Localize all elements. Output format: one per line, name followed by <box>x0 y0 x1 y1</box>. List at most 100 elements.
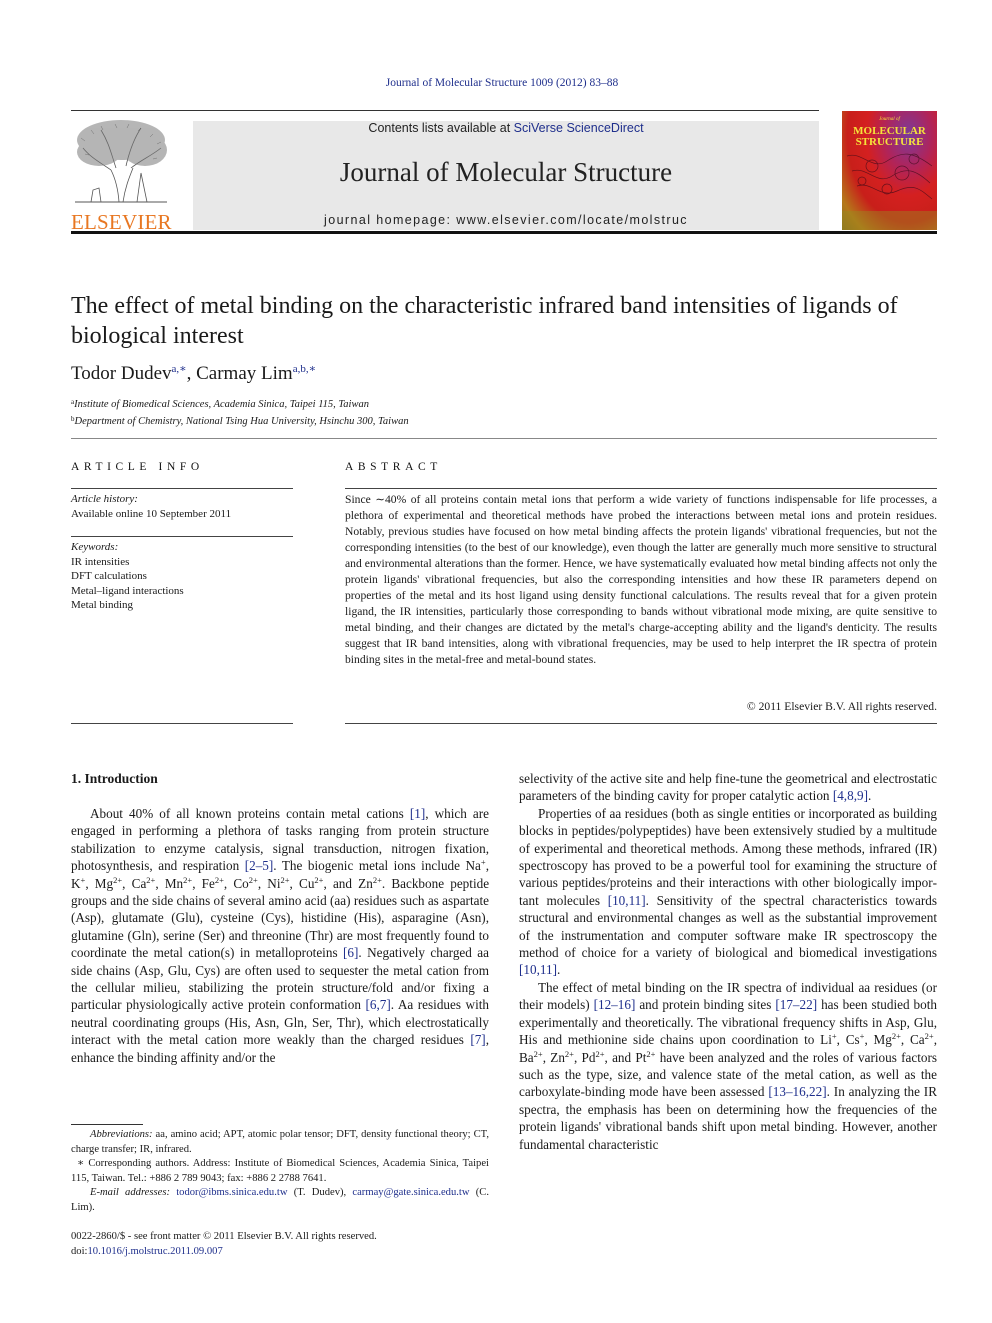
divider <box>71 723 293 724</box>
charge-superscript: 2+ <box>248 874 258 885</box>
email-link[interactable]: todor@ibms.sinica.edu.tw <box>176 1187 287 1198</box>
journal-cover-thumbnail[interactable]: Journal of MOLECULAR STRUCTURE <box>842 111 937 230</box>
paragraph-text: , Ni <box>257 875 281 891</box>
cover-title-line2: STRUCTURE <box>855 136 924 148</box>
charge-superscript: 2+ <box>924 1031 934 1042</box>
paragraph-text: , Zn <box>542 1049 565 1065</box>
abstract-body: Since ∼40% of all proteins contain metal… <box>345 493 937 666</box>
paragraph-text: . The biogenic metal ions include Na <box>273 858 481 874</box>
affiliation-item: aInstitute of Biomedical Sciences, Acade… <box>71 395 409 412</box>
section-heading-text: 1. Introduction <box>71 771 158 786</box>
divider <box>71 488 293 489</box>
paragraph-text: , and Pt <box>604 1049 647 1065</box>
keyword-item: Metal–ligand interactions <box>71 584 184 597</box>
paragraph-text: , Mg <box>864 1032 892 1048</box>
body-paragraph: About 40% of all known proteins contain … <box>71 805 489 1066</box>
citation-link[interactable]: [10,11] <box>519 962 557 977</box>
footnote-abbreviations: Abbreviations: aa, amino acid; APT, atom… <box>71 1128 489 1157</box>
paragraph-text: , Ca <box>122 875 147 891</box>
header-rule <box>71 231 937 234</box>
author-name: Todor Dudev <box>71 363 172 384</box>
body-paragraph: The effect of metal binding on the IR sp… <box>519 979 937 1153</box>
contents-prefix: Contents lists available at <box>368 121 514 135</box>
body-paragraph: selectivity of the active site and help … <box>519 770 937 805</box>
divider <box>345 488 937 489</box>
homepage-prefix: journal homepage: <box>324 213 457 227</box>
email-link[interactable]: carmay@gate.sinica.edu.tw <box>352 1187 469 1198</box>
citation-link[interactable]: [10,11] <box>608 893 646 908</box>
issn-line: 0022-2860/$ - see front matter © 2011 El… <box>71 1231 377 1242</box>
paragraph-text: , Co <box>223 875 249 891</box>
email-owner: (T. Dudev), <box>287 1187 353 1199</box>
paragraph-text: , Mg <box>85 875 114 891</box>
history-label: Article history: <box>71 493 138 505</box>
keyword-item: IR intensities <box>71 555 130 568</box>
author-separator: , <box>186 363 197 384</box>
homepage-line: journal homepage: www.elsevier.com/locat… <box>193 213 819 227</box>
history-value: Available online 10 September 2011 <box>71 507 232 520</box>
citation-link[interactable]: [13–16,22] <box>768 1084 826 1099</box>
keywords-label: Keywords: <box>71 541 119 553</box>
abstract-heading: ABSTRACT <box>345 461 442 473</box>
doi-line: doi:10.1016/j.molstruc.2011.09.007 <box>71 1245 377 1260</box>
author-name: Carmay Lim <box>196 363 293 384</box>
top-rule <box>71 110 819 111</box>
corresponding-text: Corresponding authors. Address: Institut… <box>71 1158 489 1184</box>
front-matter: 0022-2860/$ - see front matter © 2011 El… <box>71 1230 377 1259</box>
body-column-left: About 40% of all known proteins contain … <box>71 805 489 1066</box>
paragraph-text: , Fe <box>192 875 215 891</box>
article-title: The effect of metal binding on the chara… <box>71 293 898 349</box>
sciencedirect-link[interactable]: SciVerse ScienceDirect <box>514 121 644 135</box>
charge-superscript: 2+ <box>533 1048 543 1059</box>
journal-name: Journal of Molecular Structure <box>339 157 673 187</box>
footnote-rule <box>71 1124 143 1125</box>
article-info-heading: ARTICLE INFO <box>71 461 204 473</box>
author-affiliation-marks[interactable]: a,b,∗ <box>293 363 316 375</box>
divider <box>71 536 293 537</box>
abbreviations-label: Abbreviations: <box>90 1129 153 1140</box>
paragraph-text: , and Zn <box>323 875 373 891</box>
affiliation-item: bDepartment of Chemistry, National Tsing… <box>71 412 409 429</box>
author-affiliation-marks[interactable]: a,∗ <box>172 363 187 375</box>
citation-link[interactable]: [7] <box>470 1032 485 1047</box>
footnote-emails: E-mail addresses: todor@ibms.sinica.edu.… <box>71 1186 489 1215</box>
keyword-item: Metal binding <box>71 599 134 611</box>
affiliation-text: Department of Chemistry, National Tsing … <box>74 416 409 427</box>
paragraph-text: , Cu <box>289 875 315 891</box>
keywords-block: Keywords: IR intensities DFT calculation… <box>71 540 184 613</box>
citation-link[interactable]: [6,7] <box>365 997 390 1012</box>
charge-superscript: 2+ <box>183 874 193 885</box>
paragraph-text: About 40% of all known proteins contain … <box>90 806 410 821</box>
charge-superscript: 2+ <box>372 874 382 885</box>
homepage-link[interactable]: www.elsevier.com/locate/molstruc <box>456 213 688 227</box>
charge-superscript: 2+ <box>595 1048 605 1059</box>
paragraph-text: . <box>556 962 561 978</box>
citation-link[interactable]: [2–5] <box>245 858 274 873</box>
article-history: Article history: Available online 10 Sep… <box>71 492 231 521</box>
body-column-right: selectivity of the active site and help … <box>519 770 937 1153</box>
citation-link[interactable]: [12–16] <box>594 997 636 1012</box>
citation-link[interactable]: [17–22] <box>775 997 817 1012</box>
divider <box>345 723 937 724</box>
elsevier-logo[interactable]: ELSEVIER <box>71 118 172 234</box>
charge-superscript: 2+ <box>146 874 156 885</box>
paragraph-text: selectivity of the active site and help … <box>519 771 937 804</box>
doi-link[interactable]: 10.1016/j.molstruc.2011.09.007 <box>87 1246 222 1257</box>
paragraph-text: and protein binding sites <box>635 997 776 1013</box>
paragraph-text: , Cs <box>836 1032 860 1048</box>
keyword-item: DFT calculations <box>71 570 147 582</box>
citation-link[interactable]: [6] <box>343 945 358 960</box>
charge-superscript: 2+ <box>214 874 224 885</box>
citation-link[interactable]: [4,8,9] <box>833 788 868 803</box>
paragraph-text: , Mn <box>155 875 184 891</box>
charge-superscript: 2+ <box>113 874 123 885</box>
footnotes: Abbreviations: aa, amino acid; APT, atom… <box>71 1128 489 1216</box>
divider <box>71 438 937 439</box>
cover-journal-of: Journal of <box>879 117 900 122</box>
running-head-citation[interactable]: Journal of Molecular Structure 1009 (201… <box>0 77 992 89</box>
affiliation-text: Institute of Biomedical Sciences, Academ… <box>74 399 369 410</box>
cover-title: MOLECULAR STRUCTURE <box>842 126 937 148</box>
doi-prefix: doi: <box>71 1245 88 1257</box>
paragraph-text: , Ca <box>900 1032 925 1048</box>
citation-link[interactable]: [1] <box>410 806 425 821</box>
